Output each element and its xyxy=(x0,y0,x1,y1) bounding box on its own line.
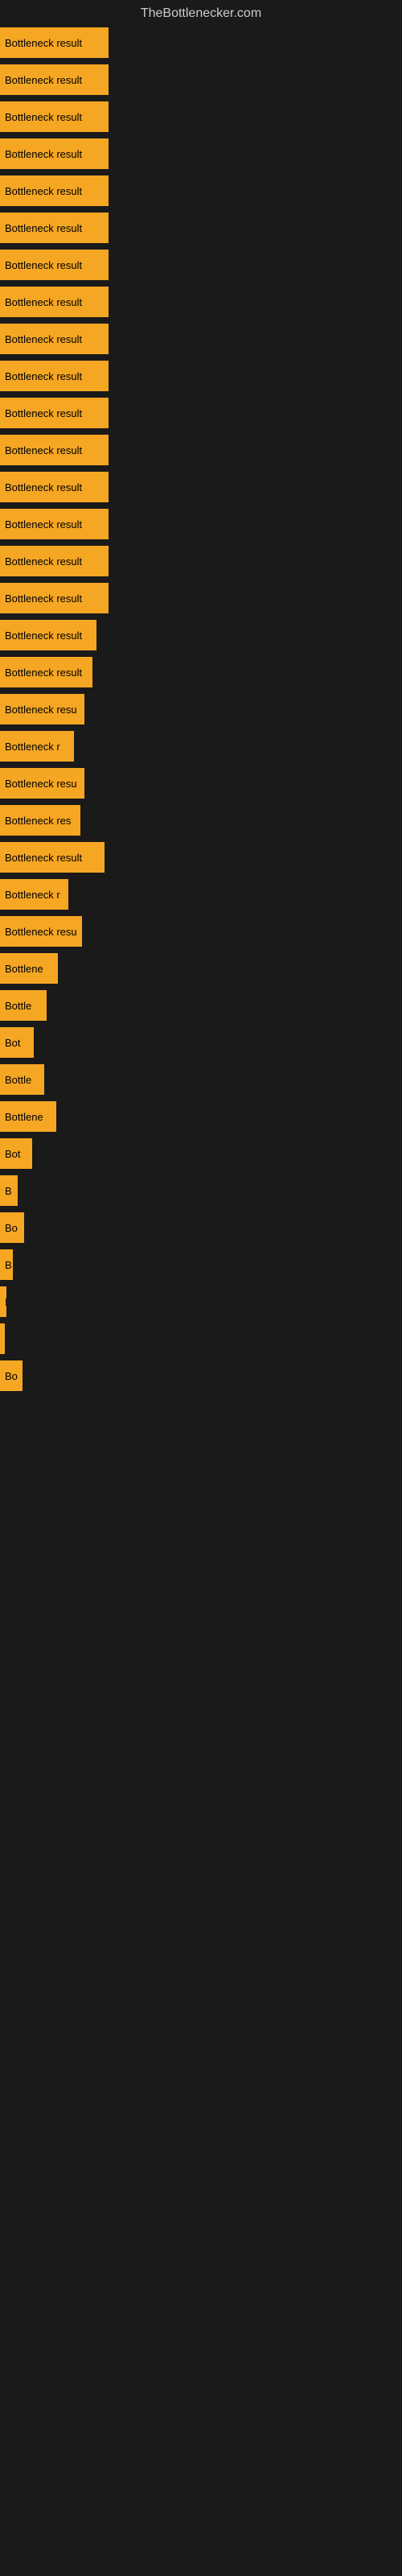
bar-row-7: Bottleneck result xyxy=(0,287,402,317)
title-text: TheBottlenecker.com xyxy=(141,6,261,20)
bottleneck-bar-34[interactable]: I xyxy=(0,1286,6,1317)
bar-row-18: Bottleneck resu xyxy=(0,694,402,724)
bar-row-10: Bottleneck result xyxy=(0,398,402,428)
bar-row-3: Bottleneck result xyxy=(0,138,402,169)
bar-row-24: Bottleneck resu xyxy=(0,916,402,947)
bar-row-31: B xyxy=(0,1175,402,1206)
bar-row-14: Bottleneck result xyxy=(0,546,402,576)
bottleneck-bar-30[interactable]: Bot xyxy=(0,1138,32,1169)
bar-row-29: Bottlene xyxy=(0,1101,402,1132)
bar-row-22: Bottleneck result xyxy=(0,842,402,873)
bar-row-36: Bo xyxy=(0,1360,402,1391)
bar-row-16: Bottleneck result xyxy=(0,620,402,650)
bottleneck-bar-21[interactable]: Bottleneck res xyxy=(0,805,80,836)
bottleneck-bar-26[interactable]: Bottle xyxy=(0,990,47,1021)
bar-row-1: Bottleneck result xyxy=(0,64,402,95)
bottleneck-bar-10[interactable]: Bottleneck result xyxy=(0,398,109,428)
bottleneck-bar-35[interactable] xyxy=(0,1323,5,1354)
bottleneck-bar-36[interactable]: Bo xyxy=(0,1360,23,1391)
bar-row-34: I xyxy=(0,1286,402,1317)
bottleneck-bar-0[interactable]: Bottleneck result xyxy=(0,27,109,58)
bar-row-28: Bottle xyxy=(0,1064,402,1095)
bar-row-20: Bottleneck resu xyxy=(0,768,402,799)
bar-row-5: Bottleneck result xyxy=(0,213,402,243)
bottleneck-bar-6[interactable]: Bottleneck result xyxy=(0,250,109,280)
bottleneck-bar-9[interactable]: Bottleneck result xyxy=(0,361,109,391)
bar-row-32: Bo xyxy=(0,1212,402,1243)
bottleneck-bar-1[interactable]: Bottleneck result xyxy=(0,64,109,95)
bottleneck-bar-16[interactable]: Bottleneck result xyxy=(0,620,96,650)
bottleneck-bar-32[interactable]: Bo xyxy=(0,1212,24,1243)
bottleneck-bar-8[interactable]: Bottleneck result xyxy=(0,324,109,354)
bottleneck-bar-15[interactable]: Bottleneck result xyxy=(0,583,109,613)
bottleneck-bar-4[interactable]: Bottleneck result xyxy=(0,175,109,206)
bottleneck-bar-13[interactable]: Bottleneck result xyxy=(0,509,109,539)
bottleneck-bar-3[interactable]: Bottleneck result xyxy=(0,138,109,169)
bottleneck-bar-31[interactable]: B xyxy=(0,1175,18,1206)
site-title: TheBottlenecker.com xyxy=(0,0,402,27)
bottleneck-bar-27[interactable]: Bot xyxy=(0,1027,34,1058)
bottleneck-bar-14[interactable]: Bottleneck result xyxy=(0,546,109,576)
bottleneck-bar-22[interactable]: Bottleneck result xyxy=(0,842,105,873)
bar-row-23: Bottleneck r xyxy=(0,879,402,910)
bar-row-26: Bottle xyxy=(0,990,402,1021)
bottleneck-bar-11[interactable]: Bottleneck result xyxy=(0,435,109,465)
bar-row-17: Bottleneck result xyxy=(0,657,402,687)
bottleneck-bar-17[interactable]: Bottleneck result xyxy=(0,657,92,687)
bottleneck-bar-19[interactable]: Bottleneck r xyxy=(0,731,74,762)
bar-row-11: Bottleneck result xyxy=(0,435,402,465)
bottleneck-bar-23[interactable]: Bottleneck r xyxy=(0,879,68,910)
bottleneck-bar-24[interactable]: Bottleneck resu xyxy=(0,916,82,947)
bottleneck-bar-18[interactable]: Bottleneck resu xyxy=(0,694,84,724)
bar-row-27: Bot xyxy=(0,1027,402,1058)
bar-row-6: Bottleneck result xyxy=(0,250,402,280)
bar-row-0: Bottleneck result xyxy=(0,27,402,58)
bar-row-33: B xyxy=(0,1249,402,1280)
bottleneck-bar-5[interactable]: Bottleneck result xyxy=(0,213,109,243)
bars-container: Bottleneck result Bottleneck result Bottle… xyxy=(0,27,402,1391)
bottleneck-bar-28[interactable]: Bottle xyxy=(0,1064,44,1095)
bar-row-35 xyxy=(0,1323,402,1354)
bar-row-4: Bottleneck result xyxy=(0,175,402,206)
bottleneck-bar-7[interactable]: Bottleneck result xyxy=(0,287,109,317)
bar-row-15: Bottleneck result xyxy=(0,583,402,613)
bar-row-30: Bot xyxy=(0,1138,402,1169)
bar-row-19: Bottleneck r xyxy=(0,731,402,762)
bar-row-12: Bottleneck result xyxy=(0,472,402,502)
bar-row-25: Bottlene xyxy=(0,953,402,984)
bar-row-13: Bottleneck result xyxy=(0,509,402,539)
bottleneck-bar-33[interactable]: B xyxy=(0,1249,13,1280)
bottleneck-bar-2[interactable]: Bottleneck result xyxy=(0,101,109,132)
bar-row-9: Bottleneck result xyxy=(0,361,402,391)
bottleneck-bar-29[interactable]: Bottlene xyxy=(0,1101,56,1132)
bottleneck-bar-20[interactable]: Bottleneck resu xyxy=(0,768,84,799)
bar-row-2: Bottleneck result xyxy=(0,101,402,132)
bar-row-8: Bottleneck result xyxy=(0,324,402,354)
bottleneck-bar-25[interactable]: Bottlene xyxy=(0,953,58,984)
bar-row-21: Bottleneck res xyxy=(0,805,402,836)
bottleneck-bar-12[interactable]: Bottleneck result xyxy=(0,472,109,502)
